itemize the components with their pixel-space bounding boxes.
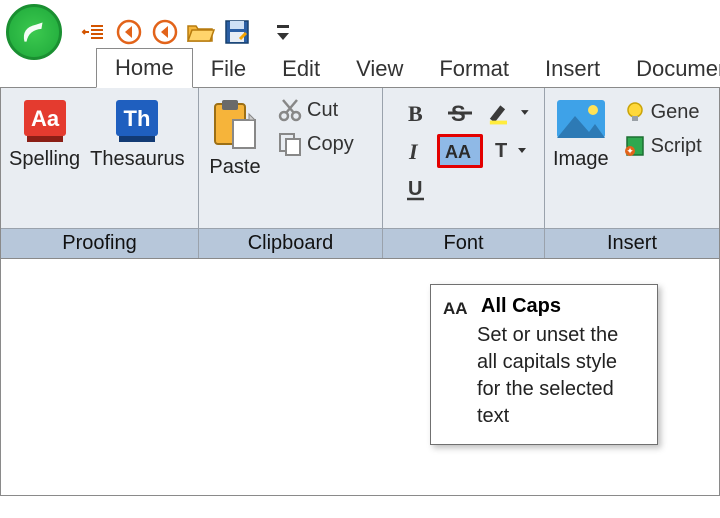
group-label-clipboard: Clipboard — [199, 228, 382, 258]
group-font: B S I AA T — [383, 88, 545, 258]
paste-button[interactable]: Paste — [207, 94, 263, 179]
ribbon-tabs: Home File Edit View Format Insert Docume… — [0, 48, 720, 88]
spelling-button[interactable]: Aa Spelling — [9, 94, 80, 171]
bold-icon: B — [404, 101, 428, 125]
image-button[interactable]: Image — [553, 94, 609, 171]
group-label-font: Font — [383, 228, 544, 258]
app-logo[interactable] — [6, 4, 62, 60]
tab-document[interactable]: Document — [618, 50, 720, 88]
svg-text:B: B — [408, 101, 423, 125]
underline-icon: U — [404, 177, 428, 201]
svg-text:✦: ✦ — [626, 146, 634, 156]
font-empty-cell — [437, 172, 483, 206]
copy-icon — [277, 131, 303, 157]
paste-label: Paste — [209, 156, 260, 179]
font-color-icon: T — [490, 139, 516, 163]
spelling-icon: Aa — [21, 96, 69, 144]
group-clipboard: Paste Cut Copy — [199, 88, 383, 258]
svg-text:T: T — [495, 140, 507, 162]
back-icon[interactable] — [150, 17, 180, 47]
group-proofing: Aa Spelling Th Thesaurus Proofing — [1, 88, 199, 258]
spelling-label: Spelling — [9, 148, 80, 171]
tab-file[interactable]: File — [193, 50, 264, 88]
script-button[interactable]: ✦ Script — [619, 130, 706, 162]
cut-button[interactable]: Cut — [273, 94, 358, 126]
thesaurus-label: Thesaurus — [90, 148, 185, 171]
open-folder-icon[interactable] — [186, 17, 216, 47]
svg-text:AA: AA — [443, 299, 468, 317]
group-insert: Image Gene ✦ Script Insert — [545, 88, 719, 258]
all-caps-icon: AA — [444, 140, 476, 162]
strikethrough-icon: S — [447, 101, 473, 125]
strikethrough-button[interactable]: S — [437, 96, 483, 130]
back-icon[interactable] — [114, 17, 144, 47]
tab-edit[interactable]: Edit — [264, 50, 338, 88]
lightbulb-icon — [623, 100, 647, 124]
highlighter-icon — [487, 101, 519, 125]
underline-button[interactable]: U — [399, 172, 433, 206]
outdent-icon[interactable] — [78, 17, 108, 47]
svg-text:U: U — [408, 178, 422, 200]
image-icon — [555, 96, 607, 144]
italic-icon: I — [405, 139, 427, 163]
generate-label: Gene — [651, 101, 700, 124]
svg-text:I: I — [408, 139, 419, 163]
bold-button[interactable]: B — [399, 96, 433, 130]
group-label-proofing: Proofing — [1, 228, 198, 258]
script-icon: ✦ — [623, 134, 647, 158]
cut-icon — [277, 97, 303, 123]
copy-label: Copy — [307, 133, 354, 156]
script-label: Script — [651, 135, 702, 158]
group-label-insert: Insert — [545, 228, 719, 258]
all-caps-icon: AA — [443, 297, 473, 317]
svg-text:AA: AA — [445, 142, 471, 162]
tab-format[interactable]: Format — [421, 50, 527, 88]
font-color-button[interactable]: T — [487, 134, 529, 168]
customize-qat-icon[interactable] — [268, 17, 298, 47]
tab-home[interactable]: Home — [96, 48, 193, 88]
tab-view[interactable]: View — [338, 50, 421, 88]
chevron-down-icon — [521, 109, 529, 117]
thesaurus-icon: Th — [113, 96, 161, 144]
ribbon: Aa Spelling Th Thesaurus Proofing — [0, 87, 720, 259]
svg-text:Th: Th — [124, 106, 151, 131]
cut-label: Cut — [307, 99, 338, 122]
svg-text:Aa: Aa — [31, 106, 60, 131]
tooltip-description: Set or unset the all capitals style for … — [443, 322, 643, 430]
italic-button[interactable]: I — [399, 134, 433, 168]
paste-icon — [207, 96, 263, 152]
tooltip-all-caps: AA All Caps Set or unset the all capital… — [430, 284, 658, 445]
highlight-color-button[interactable] — [487, 96, 529, 130]
save-icon[interactable] — [222, 17, 252, 47]
tab-insert[interactable]: Insert — [527, 50, 618, 88]
image-label: Image — [553, 148, 609, 171]
copy-button[interactable]: Copy — [273, 128, 358, 160]
generate-button[interactable]: Gene — [619, 96, 706, 128]
font-empty-cell — [487, 172, 529, 206]
tooltip-title: All Caps — [481, 295, 561, 318]
all-caps-button[interactable]: AA — [437, 134, 483, 168]
chevron-down-icon — [518, 147, 526, 155]
thesaurus-button[interactable]: Th Thesaurus — [90, 94, 185, 171]
